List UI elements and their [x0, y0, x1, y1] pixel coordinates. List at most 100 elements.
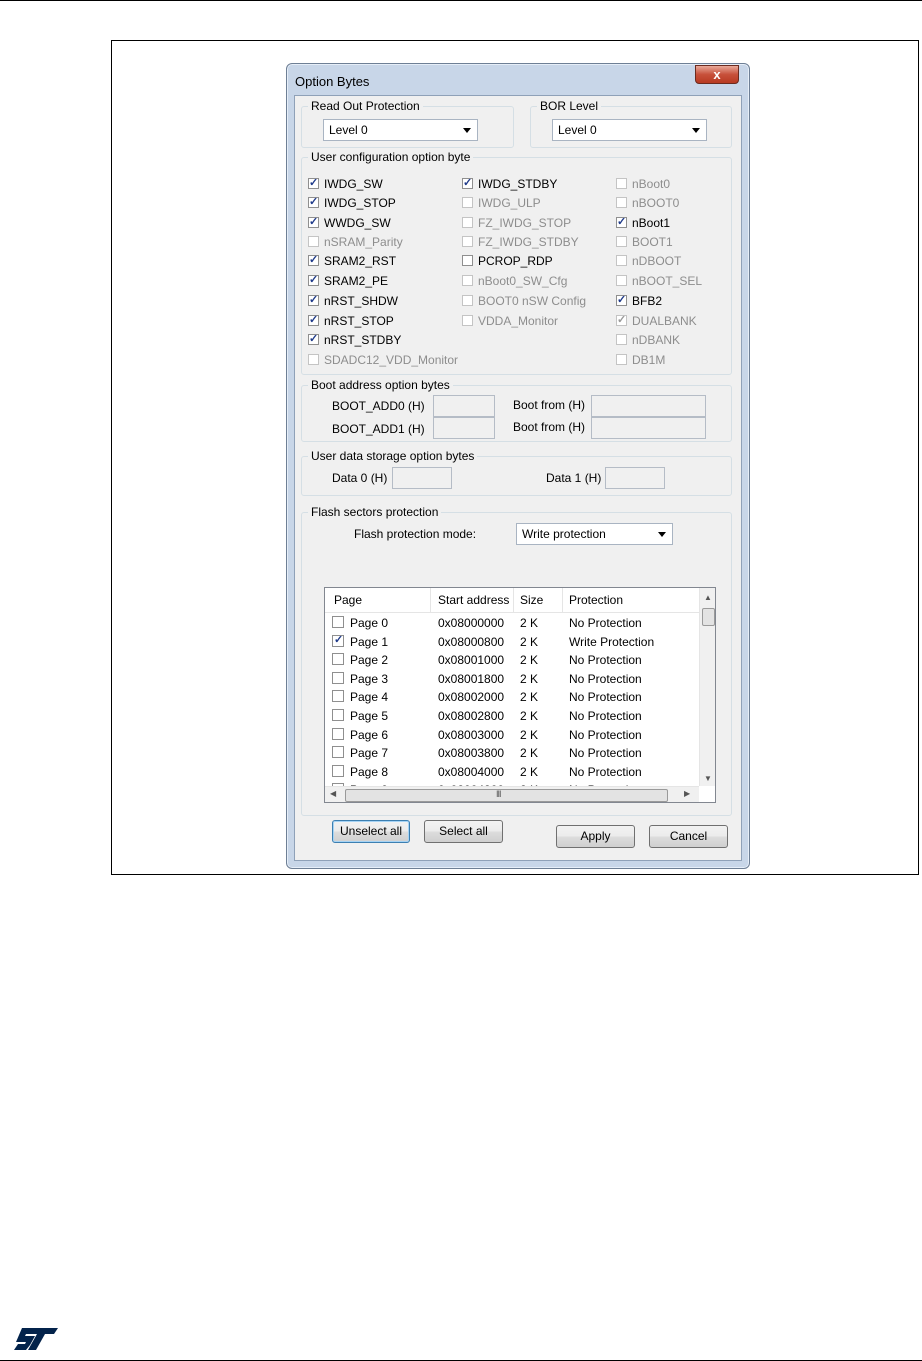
- vertical-scroll-thumb[interactable]: [702, 608, 715, 626]
- dialog-client: Read Out Protection Level 0 BOR Level Le…: [294, 95, 742, 861]
- checkbox: [616, 255, 627, 266]
- scroll-up-icon[interactable]: ▲: [704, 593, 712, 602]
- cell-address: 0x08000800: [438, 634, 505, 649]
- data1-field[interactable]: [605, 467, 665, 489]
- cell-size: 2 K: [520, 727, 539, 742]
- cell-size: 2 K: [520, 671, 539, 686]
- cell-address: 0x08002800: [438, 709, 505, 723]
- option-label: nDBANK: [632, 333, 681, 347]
- close-button[interactable]: x: [695, 65, 739, 84]
- table-row[interactable]: Page 8 0x08004000 2 K No Protection: [325, 763, 699, 781]
- checkbox[interactable]: [308, 195, 319, 208]
- option-label: DB1M: [632, 353, 666, 367]
- row-checkbox[interactable]: [332, 709, 344, 721]
- row-checkbox[interactable]: [332, 616, 344, 628]
- boot-add0-field[interactable]: [433, 395, 495, 417]
- row-checkbox[interactable]: [332, 764, 344, 777]
- checkbox[interactable]: [308, 332, 319, 345]
- cell-size: 2 K: [520, 634, 539, 649]
- checkbox: [462, 295, 473, 306]
- cancel-button[interactable]: Cancel: [649, 825, 728, 848]
- bor-level-select[interactable]: Level 0: [552, 119, 707, 141]
- table-row[interactable]: Page 1 0x08000800 2 K Write Protection: [325, 633, 699, 651]
- data0-label: Data 0 (H): [332, 471, 388, 485]
- row-checkbox[interactable]: [332, 746, 344, 759]
- row-checkbox[interactable]: [332, 727, 344, 740]
- page-list[interactable]: Page Start address Size Protection Page …: [324, 587, 716, 803]
- row-checkbox[interactable]: [332, 653, 344, 666]
- checkbox[interactable]: [616, 293, 627, 306]
- cell-protection: No Protection: [569, 709, 642, 723]
- cell-size: 2 K: [520, 709, 539, 723]
- cell-size: 2 K: [520, 764, 539, 779]
- read-out-protection-value: Level 0: [329, 123, 368, 137]
- title-bar[interactable]: Option Bytes x: [287, 64, 749, 96]
- data0-field[interactable]: [392, 467, 452, 489]
- column-protection[interactable]: Protection: [569, 593, 623, 607]
- flash-mode-select[interactable]: Write protection: [516, 523, 673, 545]
- checkbox[interactable]: [616, 215, 627, 228]
- checkbox: [616, 313, 627, 326]
- option-label: FZ_IWDG_STDBY: [478, 235, 579, 249]
- row-checkbox[interactable]: [332, 671, 344, 684]
- data1-label: Data 1 (H): [546, 471, 602, 485]
- boot-from0-field[interactable]: [591, 395, 706, 417]
- row-checkbox[interactable]: [332, 633, 344, 647]
- close-icon: x: [713, 67, 721, 82]
- checkbox[interactable]: [462, 176, 473, 189]
- column-separator[interactable]: [513, 588, 514, 612]
- bor-level-value: Level 0: [558, 123, 597, 137]
- scroll-right-icon[interactable]: ▶: [684, 789, 690, 798]
- column-start-address[interactable]: Start address: [438, 593, 509, 607]
- table-row[interactable]: Page 7 0x08003800 2 K No Protection: [325, 744, 699, 762]
- top-rule: [0, 0, 922, 1]
- checkbox: [462, 197, 473, 208]
- cell-protection: No Protection: [569, 764, 642, 779]
- table-row[interactable]: Page 2 0x08001000 2 K No Protection: [325, 651, 699, 669]
- cell-size: 2 K: [520, 653, 539, 668]
- option-label: SRAM2_RST: [324, 254, 397, 268]
- column-page[interactable]: Page: [334, 593, 362, 607]
- chevron-down-icon: [692, 128, 700, 133]
- checkbox[interactable]: [308, 313, 319, 326]
- table-row[interactable]: Page 4 0x08002000 2 K No Protection: [325, 688, 699, 706]
- column-separator[interactable]: [562, 588, 563, 612]
- cell-size: 2 K: [520, 746, 539, 761]
- column-separator[interactable]: [430, 588, 431, 612]
- boot-from1-label: Boot from (H): [513, 420, 586, 434]
- scroll-down-icon[interactable]: ▼: [704, 774, 712, 783]
- table-row[interactable]: Page 0 0x08000000 2 K No Protection: [325, 614, 699, 632]
- scroll-left-icon[interactable]: ◀: [330, 789, 336, 798]
- boot-add1-label: BOOT_ADD1 (H): [332, 422, 425, 436]
- checkbox[interactable]: [308, 293, 319, 306]
- checkbox[interactable]: [308, 253, 319, 266]
- horizontal-scroll-thumb[interactable]: III: [345, 789, 668, 802]
- horizontal-scrollbar[interactable]: ◀ III ▶: [325, 786, 699, 802]
- option-label: FZ_IWDG_STOP: [478, 216, 572, 230]
- cell-address: 0x08000000: [438, 616, 505, 630]
- checkbox[interactable]: [308, 215, 319, 228]
- apply-button[interactable]: Apply: [556, 825, 635, 848]
- column-size[interactable]: Size: [520, 593, 543, 607]
- boot-add1-field[interactable]: [433, 417, 495, 439]
- read-out-protection-select[interactable]: Level 0: [323, 119, 478, 141]
- option-label: SRAM2_PE: [324, 274, 389, 288]
- table-row[interactable]: Page 6 0x08003000 2 K No Protection: [325, 726, 699, 744]
- grip-icon: III: [496, 789, 501, 799]
- vertical-scrollbar[interactable]: ▲ ▼: [699, 588, 715, 786]
- checkbox[interactable]: [462, 255, 473, 266]
- cell-page: Page 2: [350, 653, 389, 668]
- select-all-button[interactable]: Select all: [424, 820, 503, 843]
- unselect-all-button[interactable]: Unselect all: [332, 820, 410, 843]
- option-label: IWDG_STDBY: [478, 177, 558, 191]
- table-row[interactable]: Page 3 0x08001800 2 K No Protection: [325, 670, 699, 688]
- boot-from1-field[interactable]: [591, 417, 706, 439]
- checkbox[interactable]: [308, 176, 319, 189]
- cell-protection: Write Protection: [569, 634, 655, 649]
- option-label: nRST_SHDW: [324, 294, 399, 308]
- table-row[interactable]: Page 5 0x08002800 2 K No Protection: [325, 707, 699, 725]
- row-checkbox[interactable]: [332, 690, 344, 703]
- chevron-down-icon: [658, 532, 666, 537]
- checkbox[interactable]: [308, 273, 319, 286]
- read-out-protection-group: Read Out Protection Level 0: [301, 99, 514, 148]
